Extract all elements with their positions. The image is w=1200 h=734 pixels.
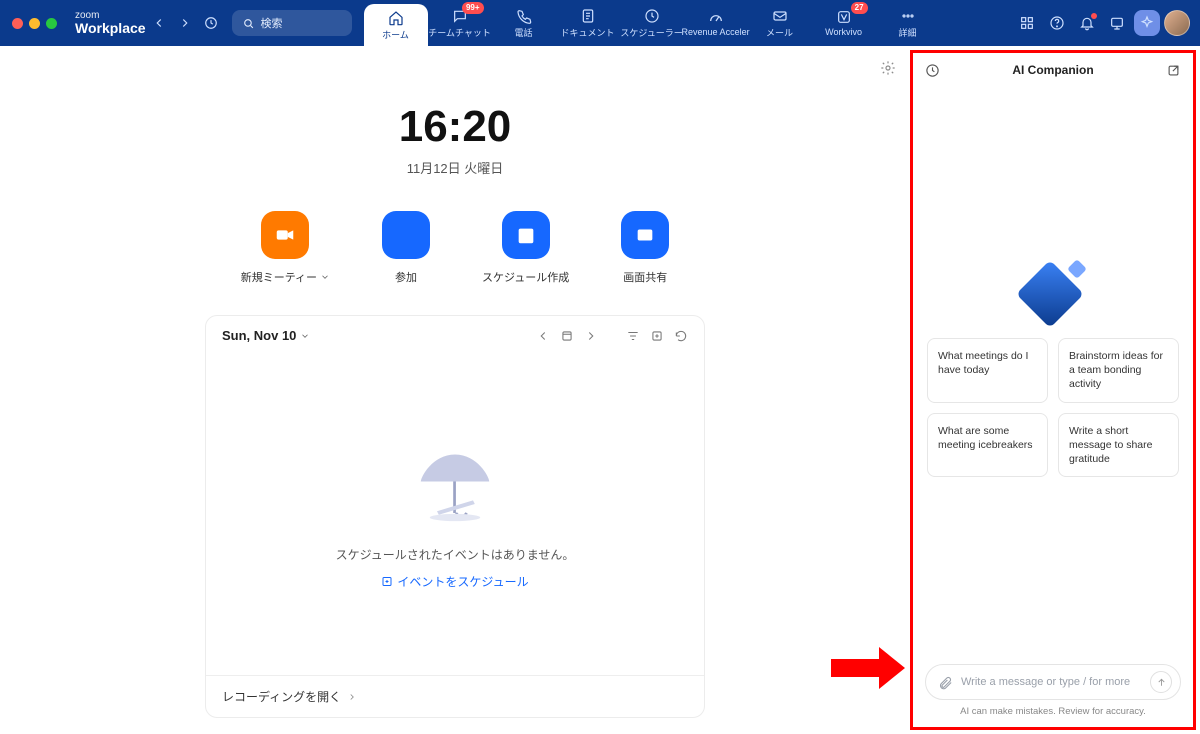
nav-tabs: ホーム 99+ チームチャット 電話 ドキュメント スケジューラー Revenu… [364, 0, 1004, 46]
popout-icon[interactable] [1166, 63, 1181, 78]
suggestion-card[interactable]: What are some meeting icebreakers [927, 413, 1048, 478]
workvivo-icon [836, 9, 852, 25]
close-window-icon[interactable] [12, 18, 23, 29]
chevron-down-icon [320, 272, 330, 282]
more-icon [900, 8, 916, 24]
share-up-icon [621, 211, 669, 259]
video-icon [261, 211, 309, 259]
search-placeholder: 検索 [261, 15, 283, 31]
panel-title: AI Companion [1012, 63, 1093, 77]
brand-big: Workplace [75, 21, 146, 36]
home-main: 16:20 11月12日 火曜日 新規ミーティー 参加 19 スケジュール作成 … [0, 46, 910, 734]
annotation-arrow [831, 647, 909, 689]
tab-scheduler[interactable]: スケジューラー [620, 0, 684, 46]
refresh-icon[interactable] [674, 329, 688, 343]
search-input[interactable]: 検索 [232, 10, 352, 36]
topbar-right [1004, 10, 1200, 36]
calendar-plus-icon [381, 575, 393, 587]
calendar-card: Sun, Nov 10 スケジュールされたイベントはありません。 [205, 315, 705, 718]
next-icon[interactable] [584, 329, 598, 343]
history-icon[interactable] [925, 63, 940, 78]
action-schedule[interactable]: 19 スケジュール作成 [482, 211, 569, 285]
badge-workvivo: 27 [851, 2, 868, 14]
suggestion-card[interactable]: Brainstorm ideas for a team bonding acti… [1058, 338, 1179, 403]
card-date-picker[interactable]: Sun, Nov 10 [222, 328, 310, 343]
tab-phone[interactable]: 電話 [492, 0, 556, 46]
ai-disclaimer: AI can make mistakes. Review for accurac… [925, 706, 1181, 717]
tab-more[interactable]: 詳細 [876, 0, 940, 46]
document-icon [580, 8, 596, 24]
clock-date: 11月12日 火曜日 [0, 158, 910, 177]
ai-input[interactable]: Write a message or type / for more [925, 664, 1181, 700]
user-avatar[interactable] [1164, 10, 1190, 36]
bell-icon[interactable] [1074, 10, 1100, 36]
ai-companion-toggle[interactable] [1134, 10, 1160, 36]
tab-home[interactable]: ホーム [364, 4, 428, 46]
title-bar: zoom Workplace 検索 ホーム 99+ チームチャット 電話 ドキュ… [0, 0, 1200, 46]
phone-icon [516, 8, 532, 24]
window-controls[interactable] [0, 18, 69, 29]
clock-time: 16:20 [0, 102, 910, 152]
tab-revenue[interactable]: Revenue Acceler [684, 0, 748, 46]
action-share-screen[interactable]: 画面共有 [621, 211, 669, 285]
tab-mail[interactable]: メール [748, 0, 812, 46]
action-new-meeting[interactable]: 新規ミーティー [241, 211, 330, 285]
help-icon[interactable] [1044, 10, 1070, 36]
tab-team-chat[interactable]: 99+ チームチャット [428, 0, 492, 46]
maximize-window-icon[interactable] [46, 18, 57, 29]
app-brand: zoom Workplace [75, 10, 146, 36]
home-icon [388, 10, 404, 26]
schedule-event-link[interactable]: イベントをスケジュール [381, 573, 528, 590]
add-cal-icon[interactable] [650, 329, 664, 343]
empty-illustration [410, 441, 500, 536]
clock-widget: 16:20 11月12日 火曜日 [0, 102, 910, 177]
badge-chat: 99+ [462, 2, 484, 14]
plus-icon [382, 211, 430, 259]
brand-small: zoom [75, 10, 146, 21]
quick-actions: 新規ミーティー 参加 19 スケジュール作成 画面共有 [0, 211, 910, 285]
settings-button[interactable] [880, 60, 896, 81]
attach-icon[interactable] [938, 675, 953, 690]
chevron-right-icon [347, 692, 357, 702]
suggestion-card[interactable]: Write a short message to share gratitude [1058, 413, 1179, 478]
card-tools [536, 329, 688, 343]
suggestion-grid: What meetings do I have today Brainstorm… [927, 338, 1179, 477]
suggestion-card[interactable]: What meetings do I have today [927, 338, 1048, 403]
calendar-icon: 19 [502, 211, 550, 259]
nav-back-button[interactable] [148, 12, 170, 34]
send-button[interactable] [1150, 671, 1172, 693]
empty-message: スケジュールされたイベントはありません。 [336, 546, 575, 563]
tab-workvivo[interactable]: 27 Workvivo [812, 0, 876, 46]
action-join[interactable]: 参加 [382, 211, 430, 285]
chevron-down-icon [300, 331, 310, 341]
ai-companion-panel: AI Companion What meetings do I have tod… [910, 50, 1196, 730]
nav-forward-button[interactable] [174, 12, 196, 34]
gauge-icon [708, 9, 724, 25]
whiteboard-icon[interactable] [1104, 10, 1130, 36]
mail-icon [772, 8, 788, 24]
search-icon [242, 17, 255, 30]
filter-icon[interactable] [626, 329, 640, 343]
ai-sparkle-icon [1026, 264, 1080, 318]
apps-icon[interactable] [1014, 10, 1040, 36]
history-button[interactable] [200, 12, 222, 34]
tab-documents[interactable]: ドキュメント [556, 0, 620, 46]
open-cal-icon[interactable] [560, 329, 574, 343]
prev-icon[interactable] [536, 329, 550, 343]
clock-icon [644, 8, 660, 24]
svg-text:19: 19 [522, 234, 530, 243]
ai-input-placeholder: Write a message or type / for more [961, 676, 1142, 688]
minimize-window-icon[interactable] [29, 18, 40, 29]
open-recordings[interactable]: レコーディングを開く [206, 675, 704, 717]
